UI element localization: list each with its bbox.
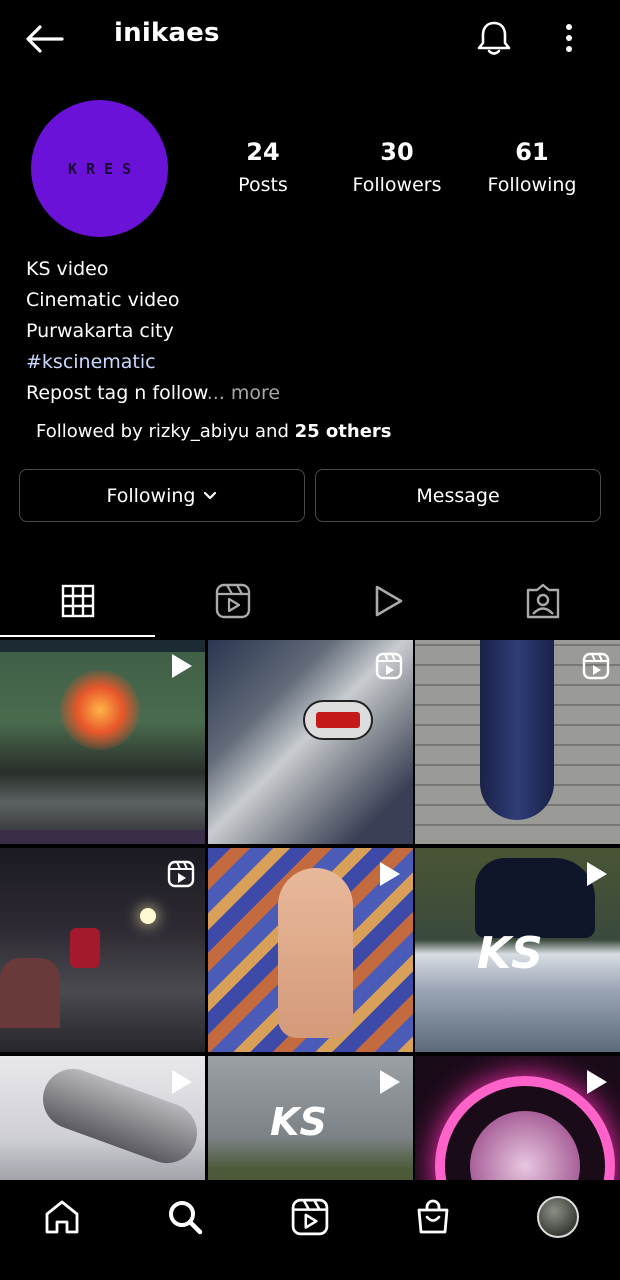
posts-grid: KS KS	[0, 640, 620, 1180]
profile-avatar[interactable]: KRES	[31, 100, 168, 237]
home-icon	[45, 1200, 79, 1234]
followers-label: Followers	[352, 174, 442, 196]
post-exhaust-wrx[interactable]	[208, 640, 413, 844]
tab-videos[interactable]	[310, 565, 465, 637]
reels-icon	[582, 652, 610, 680]
posts-label: Posts	[238, 174, 288, 196]
reels-icon	[375, 652, 403, 680]
search-icon	[169, 1201, 203, 1235]
post-night-ride[interactable]	[0, 848, 205, 1052]
reels-icon	[215, 583, 250, 619]
play-icon	[172, 654, 192, 678]
bottom-navigation	[0, 1180, 620, 1280]
tagged-person-icon	[526, 583, 559, 619]
following-button-label: Following	[106, 484, 196, 507]
reels-icon	[291, 1198, 329, 1236]
post-hand[interactable]	[208, 848, 413, 1052]
post-field-ks[interactable]: KS	[208, 1056, 413, 1180]
following-stat[interactable]: 61 Following	[467, 138, 597, 196]
bell-icon[interactable]	[474, 18, 514, 58]
post-game-clip[interactable]	[0, 640, 205, 844]
nav-search[interactable]	[160, 1197, 210, 1237]
following-label: Following	[487, 174, 577, 196]
play-icon	[375, 585, 402, 617]
play-icon	[380, 862, 400, 886]
profile-username: inikaes	[114, 18, 220, 48]
play-icon	[172, 1070, 192, 1094]
play-icon	[587, 862, 607, 886]
tab-tagged[interactable]	[465, 565, 620, 637]
following-button[interactable]: Following	[19, 469, 305, 522]
profile-avatar-icon	[537, 1196, 579, 1238]
reels-icon	[167, 860, 195, 888]
bio-text: Repost tag n follow	[26, 382, 207, 404]
bio-line: Cinematic video	[26, 289, 180, 311]
bio-line: Purwakarta city	[26, 320, 174, 342]
back-arrow-icon[interactable]	[22, 20, 66, 58]
bio-more-link[interactable]: ... more	[207, 382, 280, 404]
top-bar: inikaes	[0, 0, 620, 80]
posts-stat[interactable]: 24 Posts	[198, 138, 328, 196]
nav-shop[interactable]	[408, 1197, 458, 1237]
profile-bio: KS video Cinematic video Purwakarta city…	[26, 254, 280, 409]
post-neon-wheel[interactable]	[415, 1056, 620, 1180]
message-button[interactable]: Message	[315, 469, 601, 522]
grid-icon	[61, 584, 94, 618]
followers-stat[interactable]: 30 Followers	[332, 138, 462, 196]
bio-line: Repost tag n follow... more	[26, 378, 280, 409]
nav-reels[interactable]	[285, 1197, 335, 1237]
play-icon	[587, 1070, 607, 1094]
post-tire[interactable]	[415, 640, 620, 844]
nav-profile[interactable]	[533, 1196, 583, 1238]
posts-count: 24	[246, 138, 280, 166]
shop-bag-icon	[417, 1199, 449, 1234]
followed-by-text[interactable]: Followed by rizky_abiyu and 25 others	[36, 421, 392, 442]
following-count: 61	[515, 138, 549, 166]
tab-reels[interactable]	[155, 565, 310, 637]
followed-by-others: 25 others	[294, 421, 392, 442]
more-options-icon[interactable]	[554, 20, 584, 56]
profile-tabs	[0, 565, 620, 637]
nav-home[interactable]	[37, 1197, 87, 1237]
avatar-logo-text: KRES	[67, 159, 141, 178]
bio-line: KS video	[26, 258, 109, 280]
message-button-label: Message	[416, 484, 500, 507]
followers-count: 30	[380, 138, 414, 166]
play-icon	[380, 1070, 400, 1094]
chevron-down-icon	[204, 491, 217, 499]
followed-by-user: rizky_abiyu	[148, 421, 250, 442]
tab-grid[interactable]	[0, 565, 155, 637]
post-exhaust-2[interactable]	[0, 1056, 205, 1180]
post-scooter-ks[interactable]: KS	[415, 848, 620, 1052]
bio-hashtag-link[interactable]: #kscinematic	[26, 347, 280, 378]
